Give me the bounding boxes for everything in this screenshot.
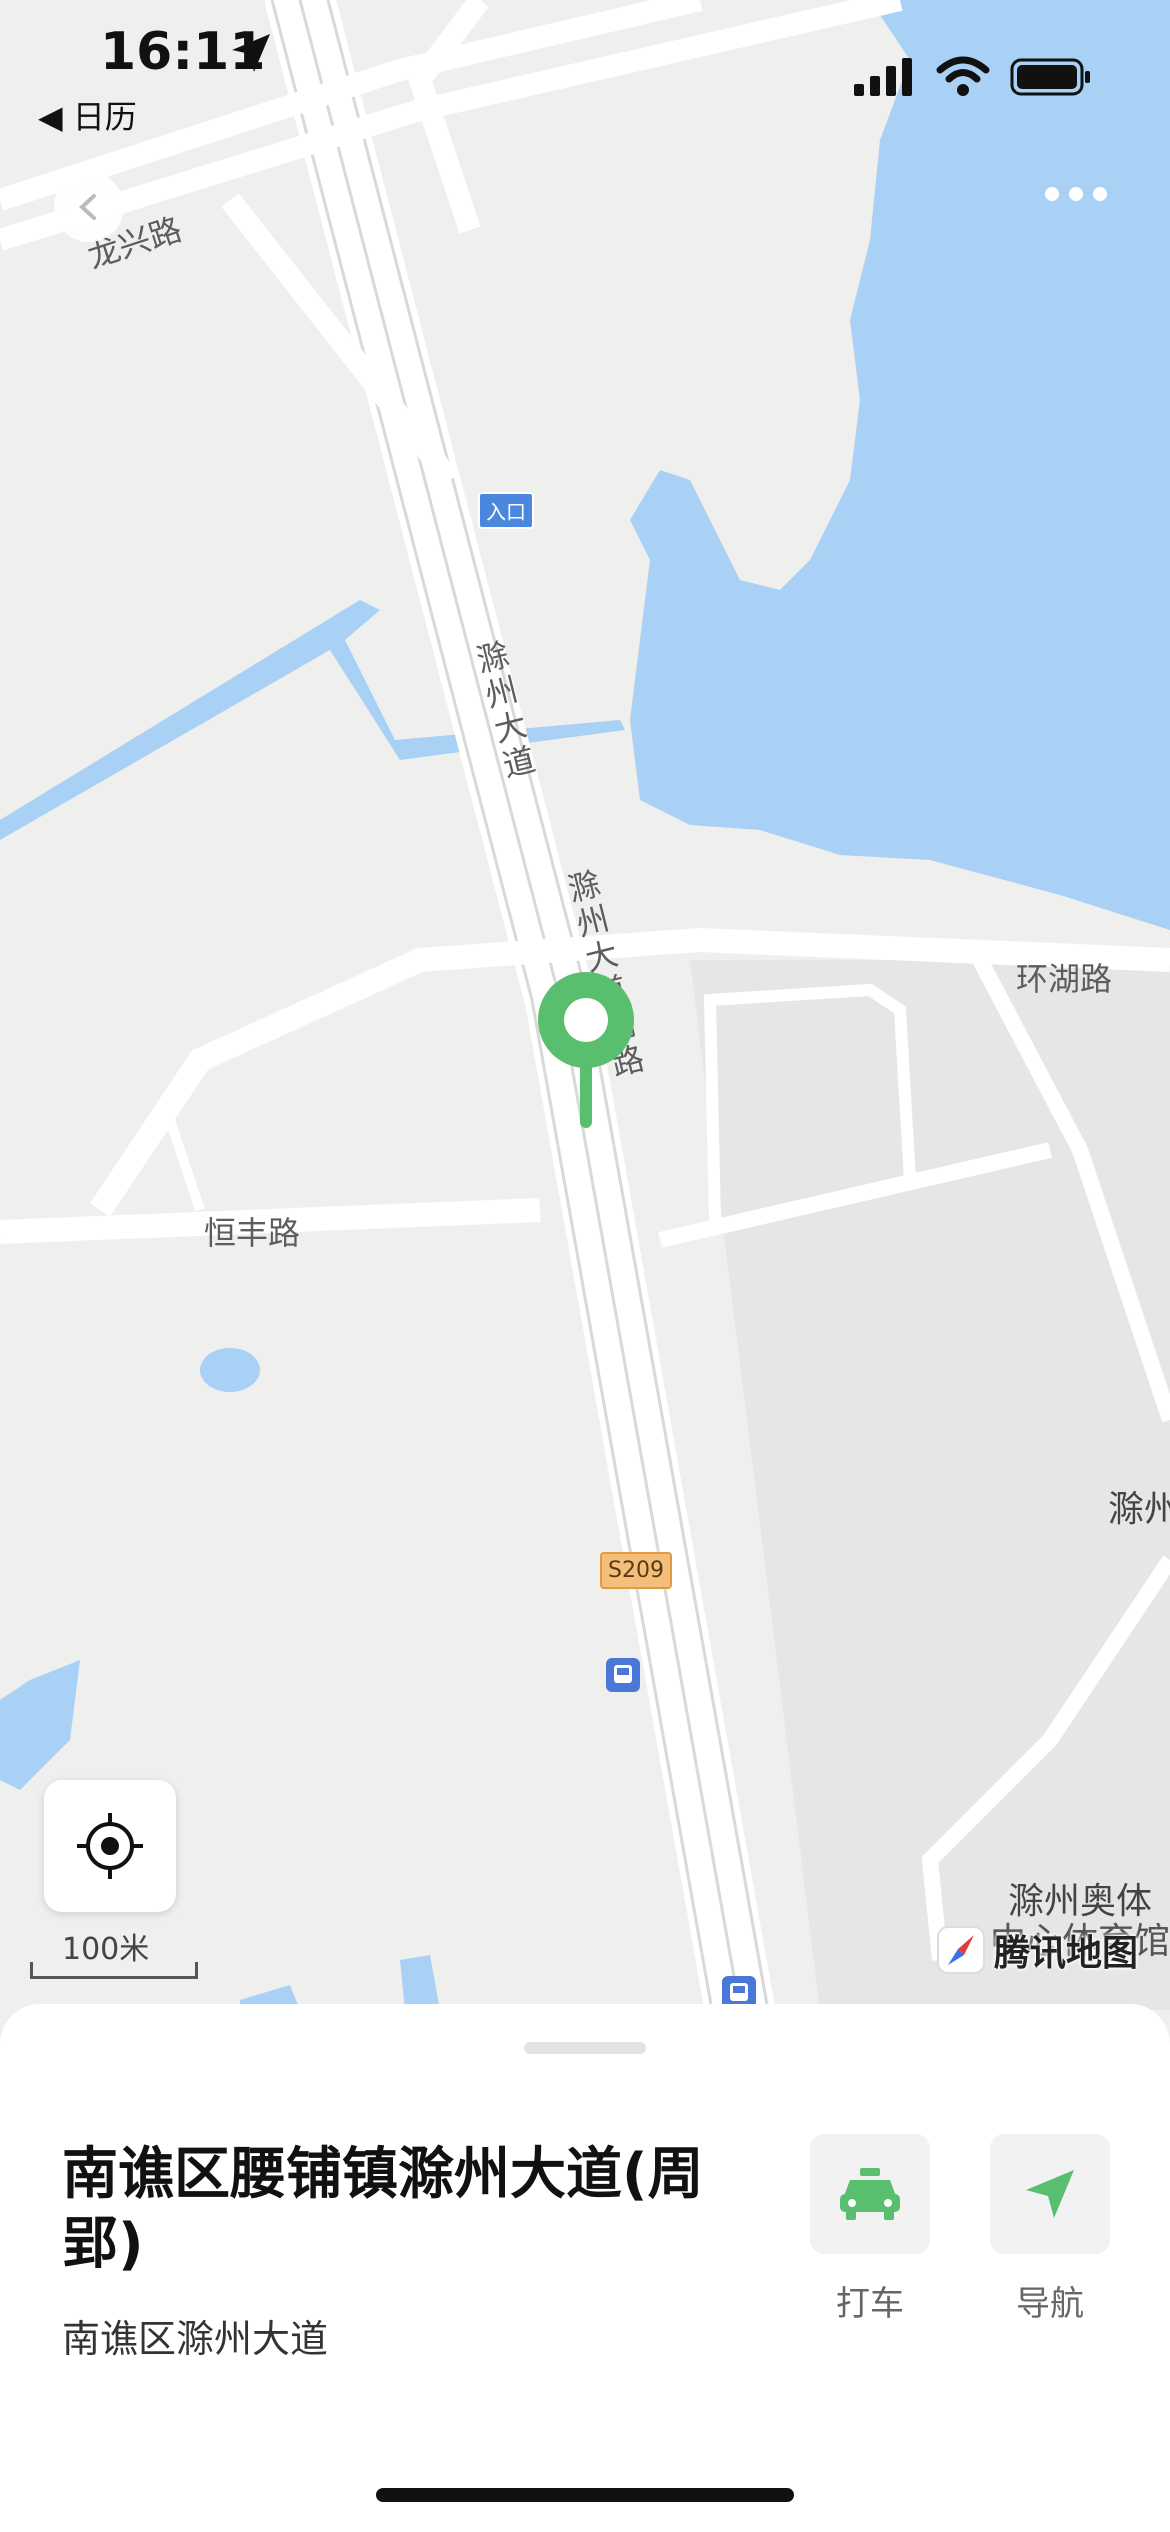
home-indicator[interactable] xyxy=(376,2488,794,2502)
chevron-left-icon xyxy=(79,194,96,220)
map-scale-bar xyxy=(30,1962,198,1979)
highway-badge: S209 xyxy=(600,1552,672,1589)
place-subtitle: 南谯区滁州大道 xyxy=(62,2317,329,2361)
navigate-button[interactable]: 导航 xyxy=(990,2134,1110,2325)
navigate-label: 导航 xyxy=(1016,2284,1084,2324)
back-to-app-link[interactable]: ◀ 日历 xyxy=(38,92,137,138)
map-provider: 腾讯地图 xyxy=(936,1924,1138,1976)
signal-icon xyxy=(854,58,912,96)
entrance-badge: 入口 xyxy=(478,492,534,529)
map-provider-label: 腾讯地图 xyxy=(994,1933,1139,1974)
navigate-arrow-icon xyxy=(1026,2170,1074,2218)
place-sheet[interactable]: 南谯区腰铺镇滁州大道(周郢) 南谯区滁州大道 打车 导航 xyxy=(0,2004,1170,2532)
road-label-huanhu: 环湖路 xyxy=(1016,960,1113,998)
poi-label-chuzhou: 滁州 xyxy=(1108,1489,1170,1530)
road-label-hengfeng: 恒丰路 xyxy=(204,1214,301,1252)
more-dot-icon xyxy=(1069,187,1083,201)
taxi-button[interactable]: 打车 xyxy=(810,2134,930,2325)
wifi-icon xyxy=(936,56,990,96)
compass-icon xyxy=(937,1926,985,1974)
more-options-button[interactable] xyxy=(1040,186,1120,226)
bus-stop-icon[interactable] xyxy=(606,1658,640,1692)
crosshair-icon xyxy=(77,1813,143,1879)
location-arrow-icon xyxy=(232,34,270,72)
taxi-button-box[interactable] xyxy=(810,2134,930,2254)
sheet-grabber[interactable] xyxy=(524,2042,646,2054)
navigate-button-box[interactable] xyxy=(990,2134,1110,2254)
battery-icon xyxy=(1010,58,1090,96)
more-dot-icon xyxy=(1045,187,1059,201)
taxi-label: 打车 xyxy=(836,2284,904,2324)
taxi-icon xyxy=(840,2168,900,2220)
more-dot-icon xyxy=(1093,187,1107,201)
back-button[interactable] xyxy=(54,172,124,242)
status-bar: 16:11 ◀ 日历 xyxy=(0,0,1170,140)
place-title: 南谯区腰铺镇滁州大道(周郢) xyxy=(62,2142,704,2277)
my-location-button[interactable] xyxy=(44,1780,176,1912)
location-pin-icon[interactable] xyxy=(536,972,636,1132)
